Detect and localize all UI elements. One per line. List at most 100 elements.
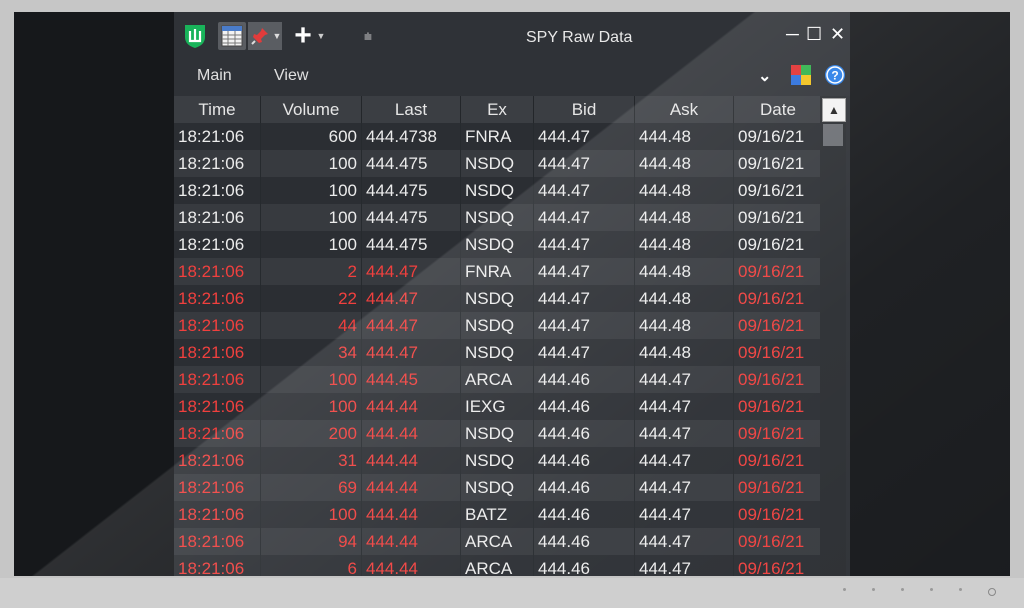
table-row[interactable]: 18:21:06 100 444.45 ARCA 444.46 444.47 09/16/2… [174,366,823,393]
column-header-ask[interactable]: Ask [634,96,734,123]
cell-volume: 600 [260,123,362,150]
spreadsheet-icon[interactable] [218,22,246,50]
plus-icon[interactable]: + [290,19,316,52]
cell-volume: 22 [260,285,362,312]
cell-ask: 444.48 [634,177,734,204]
cell-bid: 444.47 [533,231,635,258]
cell-volume: 100 [260,150,362,177]
cell-last: 444.4738 [361,123,461,150]
cell-ask: 444.48 [634,285,734,312]
cell-exchange: NSDQ [460,285,534,312]
table-row[interactable]: 18:21:06 100 444.44 IEXG 444.46 444.47 09/16/2… [174,393,823,420]
color-grid-icon[interactable] [790,64,812,91]
chevron-down-icon[interactable]: ▼ [316,22,326,50]
cell-bid: 444.46 [533,555,635,576]
table-row[interactable]: 18:21:06 2 444.47 FNRA 444.47 444.48 09/16/21 [174,258,823,285]
table-row[interactable]: 18:21:06 34 444.47 NSDQ 444.47 444.48 09/16/21 [174,339,823,366]
shield-icon[interactable] [182,22,208,50]
table-row[interactable]: 18:21:06 100 444.44 BATZ 444.46 444.47 09/16/2… [174,501,823,528]
cell-time: 18:21:06 [174,501,261,528]
window-title: SPY Raw Data [526,29,633,46]
cell-volume: 31 [260,447,362,474]
cell-last: 444.44 [361,474,461,501]
cell-exchange: ARCA [460,555,534,576]
menu-view[interactable]: View [274,67,308,85]
table-row[interactable]: 18:21:06 31 444.44 NSDQ 444.46 444.47 09/16/21 [174,447,823,474]
table-row[interactable]: 18:21:06 100 444.475 NSDQ 444.47 444.48 09/16/… [174,204,823,231]
table-row[interactable]: 18:21:06 200 444.44 NSDQ 444.46 444.47 09/16/2… [174,420,823,447]
column-header-ex[interactable]: Ex [460,96,534,123]
cell-last: 444.475 [361,177,461,204]
table-row[interactable]: 18:21:06 94 444.44 ARCA 444.46 444.47 09/16/21 [174,528,823,555]
cell-time: 18:21:06 [174,555,261,576]
cell-bid: 444.47 [533,204,635,231]
cell-date: 09/16/21 [733,501,823,528]
table-row[interactable]: 18:21:06 69 444.44 NSDQ 444.46 444.47 09/16/21 [174,474,823,501]
column-header-time[interactable]: Time [174,96,261,123]
cell-time: 18:21:06 [174,150,261,177]
cell-ask: 444.47 [634,420,734,447]
cell-exchange: NSDQ [460,204,534,231]
cell-volume: 100 [260,231,362,258]
menu-main[interactable]: Main [197,67,232,85]
cell-volume: 100 [260,177,362,204]
monitor-screen: ▼ + ▼ ⩧ SPY Raw Data ─ ☐ ✕ Main View ⌄ ?… [14,12,1010,576]
cell-last: 444.44 [361,420,461,447]
pin-icon[interactable] [248,22,272,50]
cell-ask: 444.47 [634,555,734,576]
filter-icon[interactable]: ⩧ [360,22,376,50]
cell-date: 09/16/21 [733,366,823,393]
monitor-button [959,588,962,591]
monitor-button [872,588,875,591]
monitor-button [930,588,933,591]
scroll-up-arrow-icon[interactable]: ▲ [822,98,846,122]
cell-ask: 444.47 [634,501,734,528]
table-row[interactable]: 18:21:06 100 444.475 NSDQ 444.47 444.48 09/16/… [174,150,823,177]
monitor-buttons [843,588,996,596]
cell-exchange: NSDQ [460,312,534,339]
cell-bid: 444.47 [533,312,635,339]
column-header-last[interactable]: Last [361,96,461,123]
scrollbar-thumb[interactable] [823,124,843,146]
cell-ask: 444.47 [634,474,734,501]
table-row[interactable]: 18:21:06 22 444.47 NSDQ 444.47 444.48 09/16/21 [174,285,823,312]
title-bar[interactable]: ▼ + ▼ ⩧ SPY Raw Data ─ ☐ ✕ [174,12,850,60]
cell-bid: 444.47 [533,177,635,204]
maximize-icon[interactable]: ☐ [806,24,822,44]
cell-time: 18:21:06 [174,528,261,555]
table-row[interactable]: 18:21:06 100 444.475 NSDQ 444.47 444.48 09/16/… [174,231,823,258]
cell-date: 09/16/21 [733,123,823,150]
table-row[interactable]: 18:21:06 100 444.475 NSDQ 444.47 444.48 09/16/… [174,177,823,204]
column-header-bid[interactable]: Bid [533,96,635,123]
table-row[interactable]: 18:21:06 44 444.47 NSDQ 444.47 444.48 09/16/21 [174,312,823,339]
cell-volume: 6 [260,555,362,576]
help-glyph: ? [831,69,838,83]
cell-date: 09/16/21 [733,204,823,231]
chevron-down-icon[interactable]: ▼ [272,22,282,50]
column-header-date[interactable]: Date [733,96,823,123]
vertical-scrollbar[interactable]: ▲ [820,96,846,576]
table-row[interactable]: 18:21:06 600 444.4738 FNRA 444.47 444.48 09/16… [174,123,823,150]
cell-ask: 444.48 [634,123,734,150]
column-header-volume[interactable]: Volume [260,96,362,123]
cell-bid: 444.46 [533,420,635,447]
help-icon[interactable]: ? [824,64,846,91]
cell-last: 444.475 [361,150,461,177]
cell-ask: 444.47 [634,447,734,474]
minimize-icon[interactable]: ─ [786,24,799,44]
monitor-button [843,588,846,591]
cell-last: 444.475 [361,231,461,258]
cell-bid: 444.47 [533,150,635,177]
cell-volume: 100 [260,204,362,231]
cell-bid: 444.46 [533,474,635,501]
collapse-chevron-icon[interactable]: ⌄ [758,66,771,86]
cell-ask: 444.48 [634,312,734,339]
table-row[interactable]: 18:21:06 6 444.44 ARCA 444.46 444.47 09/16/21 [174,555,823,576]
table-header-row: Time Volume Last Ex Bid Ask Date [174,96,823,123]
cell-exchange: FNRA [460,258,534,285]
cell-time: 18:21:06 [174,366,261,393]
cell-exchange: ARCA [460,366,534,393]
cell-bid: 444.46 [533,447,635,474]
close-icon[interactable]: ✕ [830,24,845,44]
cell-date: 09/16/21 [733,528,823,555]
